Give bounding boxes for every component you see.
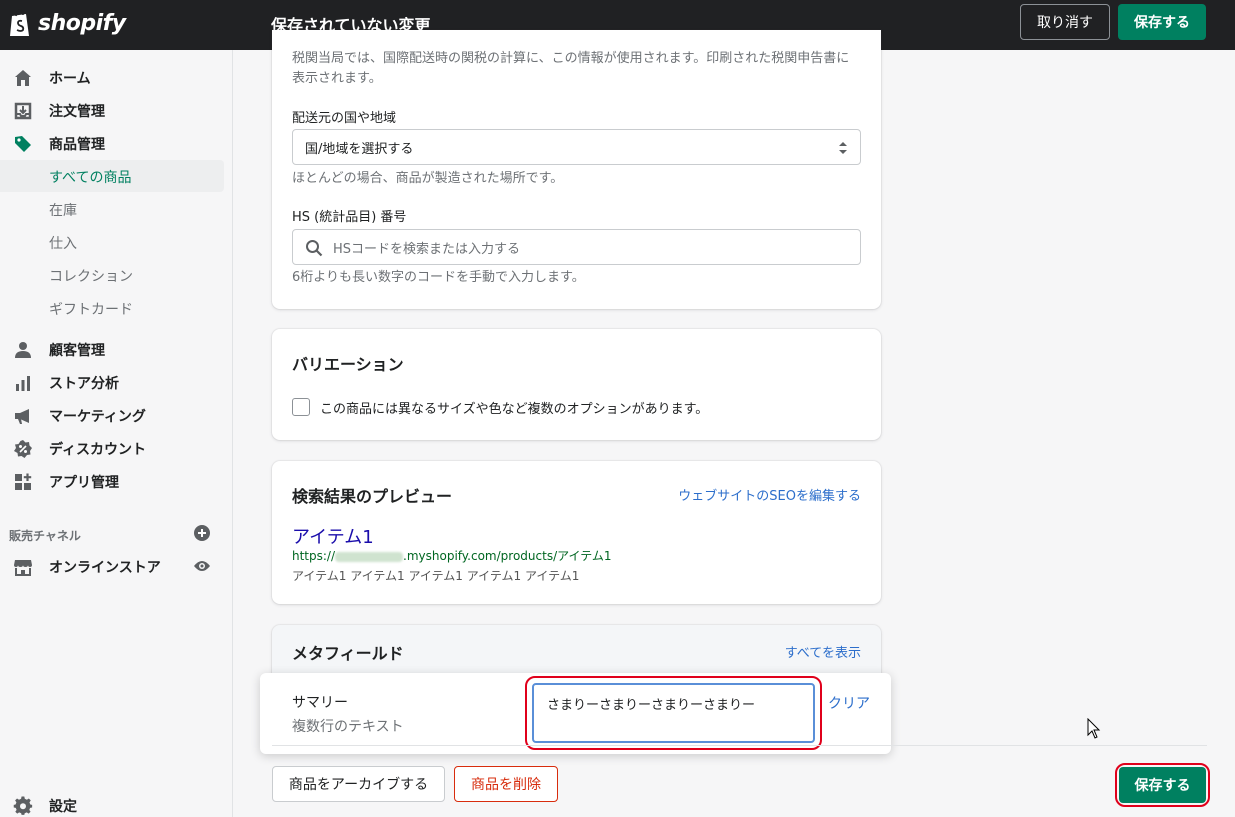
- sidebar-item-apps[interactable]: アプリ管理: [0, 465, 224, 497]
- metafield-row: サマリー 複数行のテキスト さまりーさまりーさまりーさまりー クリア: [260, 673, 891, 754]
- save-button-top[interactable]: 保存する: [1118, 4, 1206, 40]
- sidebar-item-products[interactable]: 商品管理: [0, 127, 224, 159]
- megaphone-icon: [15, 409, 29, 424]
- eye-icon[interactable]: [193, 559, 211, 573]
- shopify-logo[interactable]: shopify: [8, 8, 126, 38]
- sales-channels-heading: 販売チャネル: [9, 529, 81, 543]
- sidebar-item-home[interactable]: ホーム: [0, 61, 224, 93]
- discard-button[interactable]: 取り消す: [1020, 4, 1110, 40]
- sidebar-item-label: アプリ管理: [49, 475, 119, 491]
- variants-title: バリエーション: [292, 355, 404, 374]
- origin-help: ほとんどの場合、商品が製造された場所です。: [292, 171, 564, 186]
- show-all-metafields-link[interactable]: すべてを表示: [785, 642, 861, 661]
- edit-seo-link[interactable]: ウェブサイトのSEOを編集する: [678, 485, 861, 504]
- metafield-value-textarea[interactable]: さまりーさまりーさまりーさまりー: [532, 683, 815, 743]
- tag-icon: [15, 136, 31, 152]
- sidebar-item-marketing[interactable]: マーケティング: [0, 399, 224, 431]
- delete-product-button[interactable]: 商品を削除: [454, 766, 558, 802]
- sidebar-item-collections[interactable]: コレクション: [0, 259, 224, 291]
- save-button-bottom[interactable]: 保存する: [1119, 767, 1206, 803]
- clear-metafield-link[interactable]: クリア: [828, 693, 870, 713]
- hs-code-label: HS (統計品目) 番号: [292, 210, 407, 225]
- seo-url: https:// .myshopify.com/products/アイテム1: [292, 547, 612, 564]
- seo-preview-title: 検索結果のプレビュー: [292, 487, 453, 506]
- origin-label: 配送元の国や地域: [292, 111, 397, 126]
- sidebar-item-all-products[interactable]: すべての商品: [0, 160, 224, 192]
- seo-url-suffix: .myshopify.com/products/アイテム1: [403, 549, 612, 563]
- sidebar-item-analytics[interactable]: ストア分析: [0, 366, 224, 398]
- sidebar-item-settings[interactable]: 設定: [0, 789, 224, 817]
- sidebar-item-label: 商品管理: [49, 137, 105, 153]
- home-icon: [15, 70, 31, 86]
- sidebar-item-orders[interactable]: 注文管理: [0, 94, 224, 126]
- orders-icon: [14, 102, 32, 120]
- sidebar-item-label: ホーム: [49, 71, 91, 87]
- sidebar-item-label: 注文管理: [49, 104, 105, 120]
- sidebar-subitem-label: 在庫: [49, 203, 77, 219]
- seo-description: アイテム1 アイテム1 アイテム1 アイテム1 アイテム1: [292, 569, 580, 583]
- seo-preview-card: 検索結果のプレビュー ウェブサイトのSEOを編集する アイテム1 https:/…: [272, 461, 881, 604]
- sidebar-item-gift-cards[interactable]: ギフトカード: [0, 292, 224, 324]
- sidebar-item-label: 設定: [49, 799, 77, 815]
- hs-code-input[interactable]: HSコードを検索または入力する: [292, 229, 861, 265]
- sidebar-subitem-label: ギフトカード: [49, 302, 133, 318]
- apps-icon: [15, 473, 32, 490]
- sidebar-item-label: マーケティング: [49, 409, 146, 425]
- archive-product-button[interactable]: 商品をアーカイブする: [272, 766, 445, 802]
- customs-note: 税関当局では、国際配送時の関税の計算に、この情報が使用されます。印刷された税関申…: [292, 51, 850, 86]
- sidebar-item-customers[interactable]: 顧客管理: [0, 333, 224, 365]
- sidebar-item-purchase[interactable]: 仕入: [0, 226, 224, 258]
- sidebar-subitem-label: 仕入: [49, 236, 77, 252]
- multiple-options-checkbox[interactable]: [292, 398, 310, 416]
- sidebar-item-label: オンラインストア: [49, 560, 161, 576]
- shopify-bag-icon: [10, 9, 29, 36]
- sidebar-item-discounts[interactable]: ディスカウント: [0, 432, 224, 464]
- add-channel-icon[interactable]: [194, 525, 210, 541]
- metafields-title: メタフィールド: [292, 644, 404, 663]
- origin-country-select[interactable]: 国/地域を選択する: [292, 129, 861, 165]
- search-icon: [306, 240, 323, 257]
- variants-card: バリエーション この商品には異なるサイズや色など複数のオプションがあります。: [272, 329, 881, 440]
- multiple-options-label[interactable]: この商品には異なるサイズや色など複数のオプションがあります。: [320, 398, 708, 417]
- metafield-value: さまりーさまりーさまりーさまりー: [547, 698, 756, 713]
- customer-icon: [15, 342, 31, 358]
- select-arrows-icon: [839, 142, 847, 154]
- analytics-icon: [16, 376, 30, 391]
- customs-card: 税関当局では、国際配送時の関税の計算に、この情報が使用されます。印刷された税関申…: [272, 30, 881, 309]
- origin-country-value: 国/地域を選択する: [305, 142, 414, 157]
- blurred-store-name: [335, 551, 404, 562]
- hs-code-help: 6桁よりも長い数字のコードを手動で入力します。: [292, 270, 585, 285]
- sidebar-item-online-store[interactable]: オンラインストア: [0, 550, 224, 582]
- sidebar-item-label: 顧客管理: [49, 343, 105, 359]
- logo-text: shopify: [38, 10, 126, 36]
- store-icon: [14, 560, 32, 576]
- metafield-name: サマリー: [292, 695, 348, 711]
- sidebar-item-inventory[interactable]: 在庫: [0, 193, 224, 225]
- sidebar-item-label: ストア分析: [49, 376, 119, 392]
- mouse-cursor-icon: [1087, 718, 1101, 739]
- sidebar-subitem-label: すべての商品: [49, 170, 132, 186]
- footer-divider: [272, 745, 1207, 746]
- sidebar-item-label: ディスカウント: [49, 442, 147, 458]
- seo-url-prefix: https://: [292, 549, 336, 563]
- hs-code-placeholder: HSコードを検索または入力する: [333, 242, 521, 257]
- sidebar-subitem-label: コレクション: [49, 269, 133, 285]
- seo-page-title: アイテム1: [292, 527, 374, 548]
- discount-icon: [14, 440, 32, 458]
- metafield-type: 複数行のテキスト: [292, 719, 404, 735]
- sidebar: ホーム 注文管理 商品管理 すべての商品 在庫 仕入 コレクション ギフトカード…: [0, 50, 233, 817]
- gear-icon: [13, 796, 33, 815]
